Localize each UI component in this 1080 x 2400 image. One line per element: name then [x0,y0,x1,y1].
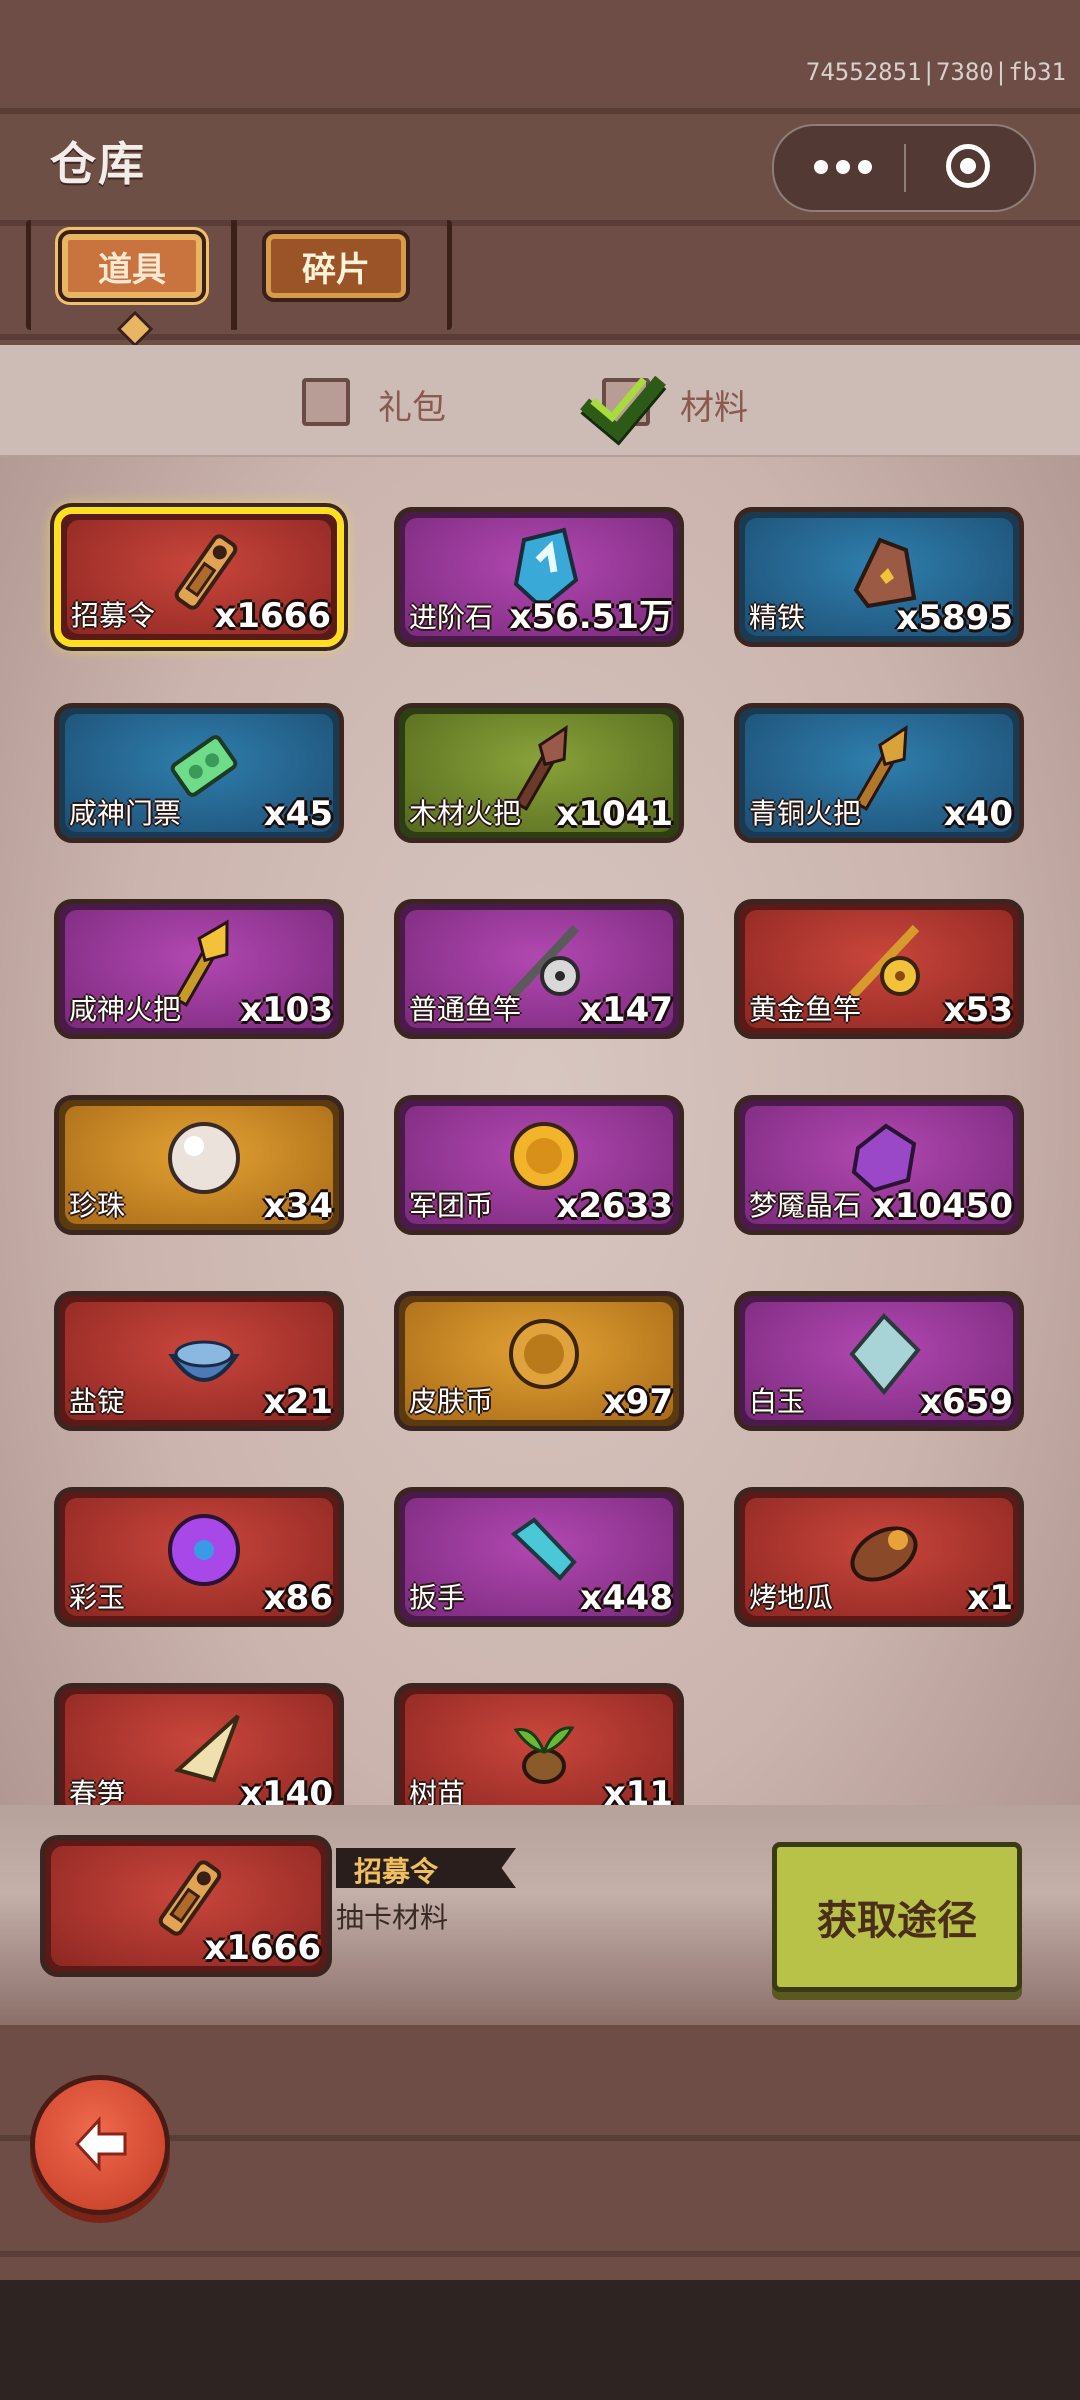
more-icon[interactable] [814,160,874,176]
filter-bar [0,345,1080,457]
item-name: 军团币 [409,1189,494,1222]
back-arrow-icon [74,2116,127,2172]
gift-pack-label: 礼包 [378,388,446,428]
item-count: x53 [943,990,1013,1030]
item-name: 黄金鱼竿 [749,993,862,1026]
item-count: x40 [943,794,1013,834]
item-name: 烤地瓜 [749,1581,834,1614]
item-card[interactable]: 军团币 x2633 [394,1095,684,1235]
system-nav-bar [0,2280,1080,2400]
item-count: x103 [240,990,333,1030]
white-jade-icon [849,1313,921,1396]
item-card[interactable]: 精铁 x5895 [734,507,1024,647]
item-card[interactable]: 春笋 x140 [54,1683,344,1805]
item-name: 木材火把 [409,797,522,830]
item-grid: 招募令 x1666 进阶石 x56.51万 精铁 x5895 咸神门票 x45 木材火把 x104… [0,455,1080,1805]
item-count: x1 [967,1578,1013,1618]
item-name: 梦魇晶石 [749,1189,862,1222]
item-count: x56.51万 [509,597,673,637]
item-count: x45 [263,794,333,834]
item-name: 进阶石 [409,601,494,634]
page-title: 仓库 [50,137,146,191]
item-count: x10450 [872,1186,1013,1226]
user-id-label: 74552851|7380|fb31 [805,58,1066,86]
wrench-icon [510,1517,577,1581]
item-count: x97 [603,1382,673,1422]
item-count: x147 [580,990,673,1030]
tab-fragments[interactable]: 碎片 [262,230,410,302]
item-card[interactable]: 青铜火把 x40 [734,703,1024,843]
item-card[interactable]: 梦魇晶石 x10450 [734,1095,1024,1235]
item-name: 咸神火把 [69,993,182,1026]
back-button[interactable] [30,2075,170,2215]
item-count: x11 [603,1774,673,1805]
pearl-icon [168,1122,240,1194]
item-card[interactable]: 彩玉 x86 [54,1487,344,1627]
selected-item-description: 抽卡材料 [336,1901,449,1934]
item-card[interactable]: 皮肤币 x97 [394,1291,684,1431]
selected-item-name: 招募令 [354,1855,439,1888]
item-count: x1041 [556,794,673,834]
item-count: x2633 [556,1186,673,1226]
item-name: 咸神门票 [69,797,182,830]
tab-items[interactable]: 道具 [58,230,206,302]
item-count: x5895 [896,598,1013,638]
item-card[interactable]: 木材火把 x1041 [394,703,684,843]
item-name: 招募令 [71,599,156,632]
item-count: x21 [263,1382,333,1422]
selected-item-card: x1666 [40,1835,332,1977]
item-name: 普通鱼竿 [409,993,522,1026]
item-card[interactable]: 烤地瓜 x1 [734,1487,1024,1627]
item-card[interactable]: 咸神火把 x103 [54,899,344,1039]
materials-label: 材料 [680,388,748,428]
sweet-potato-icon [850,1526,918,1582]
item-card[interactable]: 盐锭 x21 [54,1291,344,1431]
item-count: x86 [263,1578,333,1618]
item-card[interactable]: 普通鱼竿 x147 [394,899,684,1039]
item-name: 春笋 [69,1777,126,1805]
item-count: x448 [580,1578,673,1618]
item-name: 彩玉 [69,1581,126,1614]
bamboo-shoot-icon [173,1714,240,1783]
miniprogram-capsule [772,124,1036,212]
item-card[interactable]: 进阶石 x56.51万 [394,507,684,647]
item-card[interactable]: 白玉 x659 [734,1291,1024,1431]
rainbow-jade-icon [168,1514,240,1586]
item-card[interactable]: 黄金鱼竿 x53 [734,899,1024,1039]
item-name: 白玉 [749,1385,806,1418]
item-name: 盐锭 [69,1385,126,1418]
close-miniprogram-icon[interactable] [946,144,990,188]
item-name: 扳手 [409,1581,466,1614]
item-card[interactable]: 珍珠 x34 [54,1095,344,1235]
item-name: 树苗 [409,1777,466,1805]
item-count: x1666 [214,596,331,636]
item-count: x34 [263,1186,333,1226]
item-card[interactable]: 咸神门票 x45 [54,703,344,843]
item-name: 精铁 [749,601,806,634]
salt-ingot-icon [168,1340,240,1382]
item-name: 青铜火把 [749,797,862,830]
item-count: x659 [920,1382,1013,1422]
item-count: x140 [240,1774,333,1805]
item-name: 皮肤币 [409,1385,494,1418]
item-card[interactable]: 树苗 x11 [394,1683,684,1805]
sapling-icon [513,1726,575,1784]
item-card[interactable]: 招募令 x1666 [54,507,344,647]
gift-pack-checkbox[interactable] [302,378,350,426]
selected-item-count: x1666 [204,1928,321,1968]
skin-coin-icon [509,1319,579,1389]
item-name: 珍珠 [69,1189,126,1222]
item-card[interactable]: 扳手 x448 [394,1487,684,1627]
obtain-route-button[interactable]: 获取途径 [772,1842,1022,1992]
